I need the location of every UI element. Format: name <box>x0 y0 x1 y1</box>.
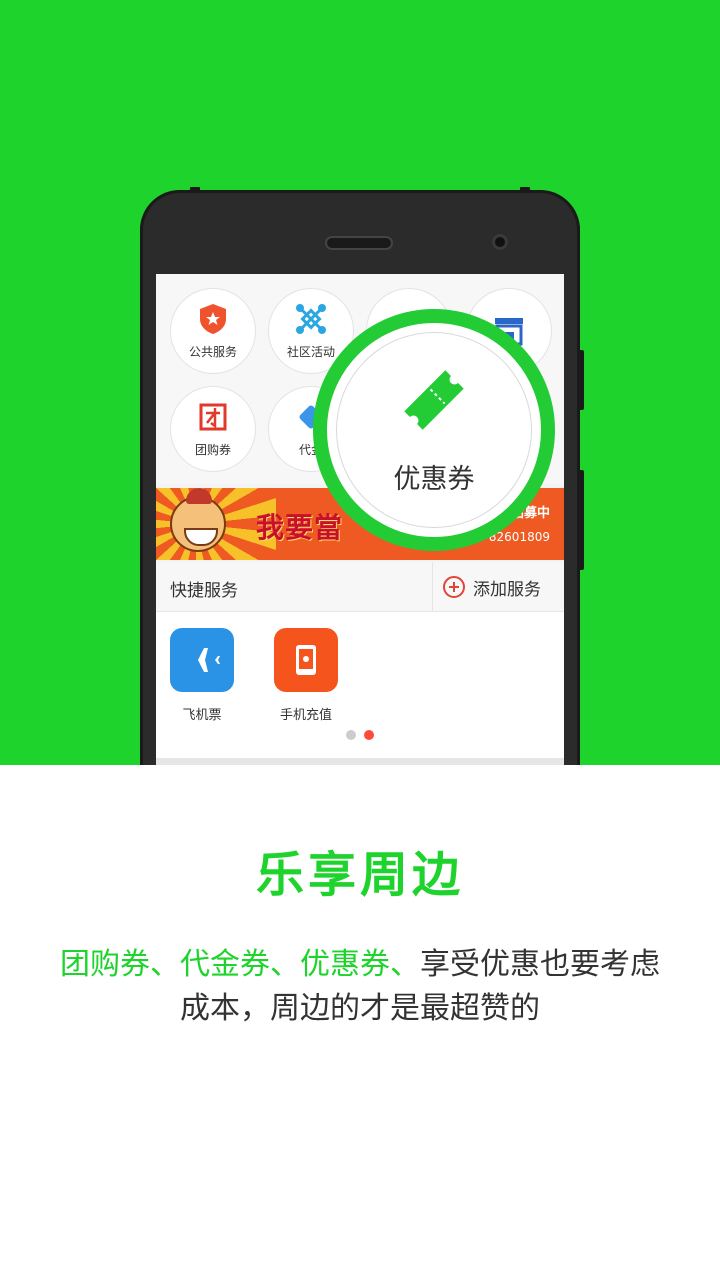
caption-section: 乐享周边 团购券、代金券、优惠券、享受优惠也要考虑 成本，周边的才是最超赞的 <box>0 765 720 1280</box>
grid-item-label: 社区活动 <box>286 344 335 359</box>
grid-item-group-buy[interactable]: 团购券 <box>170 386 256 472</box>
coupon-magnifier: 优惠券 <box>313 309 555 551</box>
phone-side-button <box>579 470 584 570</box>
phone-side-button <box>579 350 584 410</box>
headline: 乐享周边 <box>255 847 464 903</box>
grid-item-label: 团购券 <box>194 442 231 457</box>
tuan-icon <box>197 401 229 433</box>
hero-background: 公共服务 社区活动 团购券 代金 我要當 招募中 快捷服务 添加服务 飞机票 手… <box>0 0 720 765</box>
add-service-button[interactable]: 添加服务 <box>432 562 564 612</box>
phone-bump <box>520 187 530 192</box>
app-phone-recharge[interactable]: 手机充值 <box>266 628 346 723</box>
quick-services: 快捷服务 添加服务 飞机票 手机充值 <box>156 562 564 765</box>
badge-icon <box>197 303 229 335</box>
phone-recharge-icon <box>274 628 338 692</box>
page-indicator <box>346 730 374 740</box>
app-name: 手机充值 <box>279 708 332 723</box>
phone-camera <box>492 234 508 250</box>
grid-item-public-service[interactable]: 公共服务 <box>170 288 256 374</box>
description-rest-line1: 享受优惠也要考虑 <box>420 947 660 982</box>
page-dot[interactable] <box>346 730 356 740</box>
description-rest-line2: 成本，周边的才是最超赞的 <box>180 991 540 1026</box>
coupon-label: 优惠券 <box>393 463 475 495</box>
grid-item-label: 公共服务 <box>188 344 237 359</box>
add-service-label: 添加服务 <box>473 579 541 600</box>
banner-slogan: 我要當 <box>256 511 344 544</box>
phone-speaker <box>325 236 393 250</box>
network-icon <box>295 303 327 335</box>
airplane-icon <box>170 628 234 692</box>
plus-icon <box>443 576 465 598</box>
quick-services-header: 快捷服务 添加服务 <box>156 562 564 612</box>
quick-services-title: 快捷服务 <box>170 581 238 601</box>
divider <box>156 758 564 765</box>
ticket-icon <box>399 365 469 439</box>
banner-mascot <box>170 488 226 552</box>
phone-bump <box>190 187 200 192</box>
description-highlight: 团购券、代金券、优惠券、 <box>60 947 420 982</box>
app-name: 飞机票 <box>182 708 222 723</box>
coupon-magnifier-inner[interactable]: 优惠券 <box>336 332 532 528</box>
page-dot-active[interactable] <box>364 730 374 740</box>
description: 团购券、代金券、优惠券、享受优惠也要考虑 成本，周边的才是最超赞的 <box>20 943 700 1031</box>
app-flight-tickets[interactable]: 飞机票 <box>162 628 242 723</box>
